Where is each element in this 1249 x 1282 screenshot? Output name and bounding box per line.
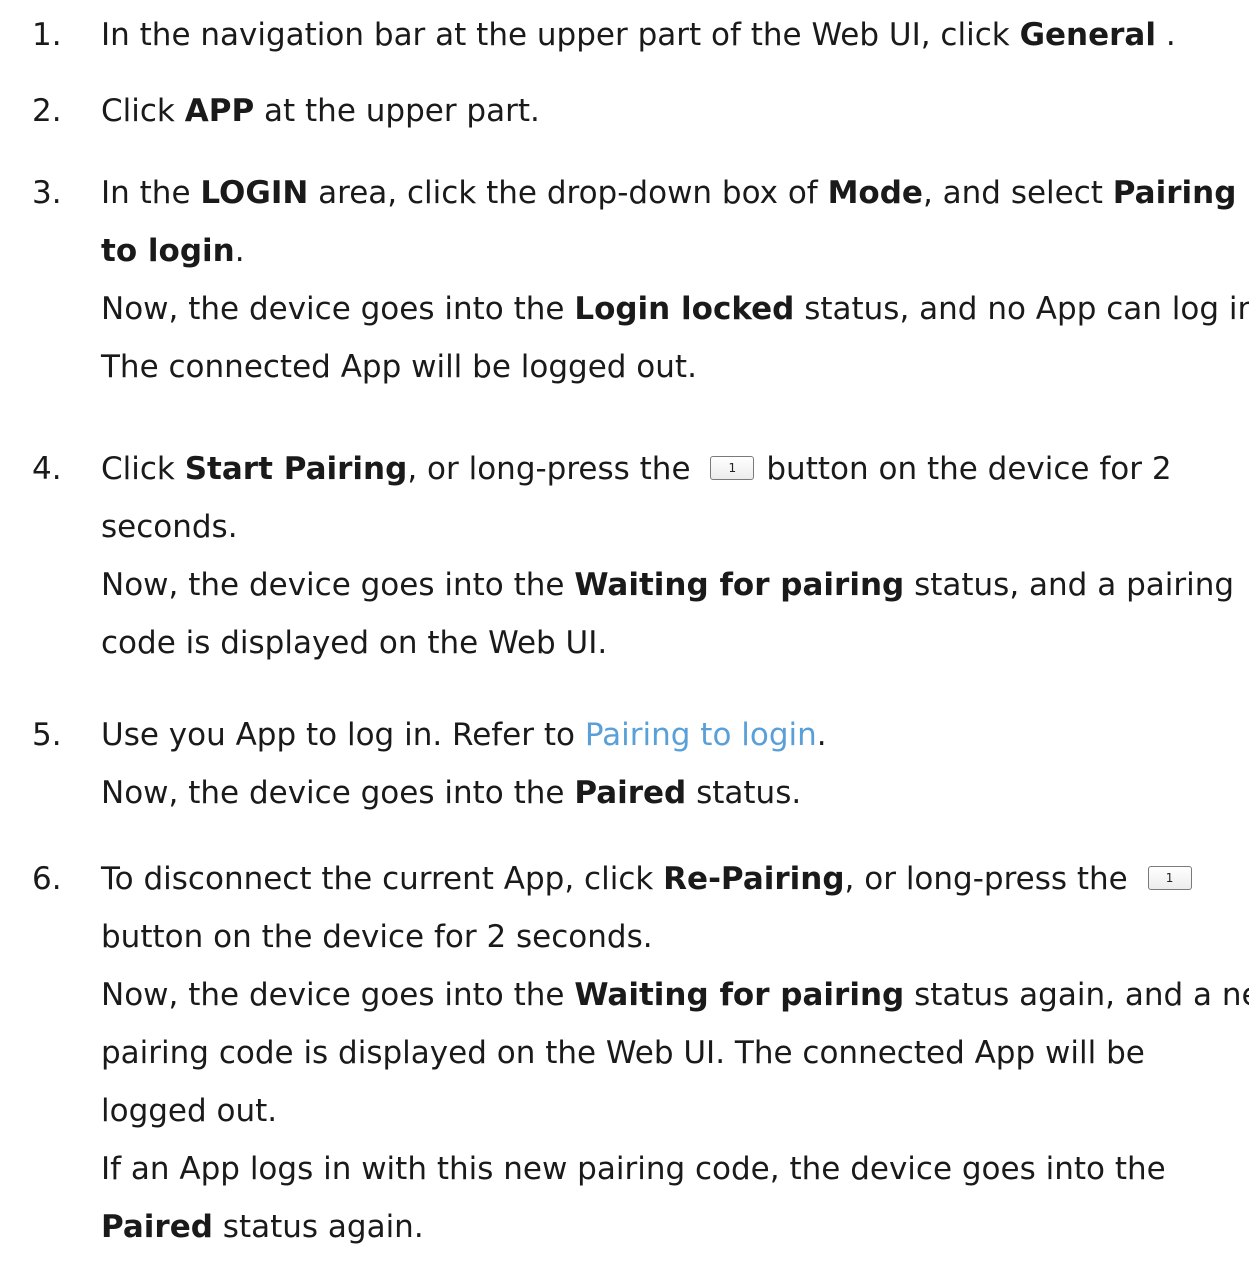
text-run: status again.	[212, 1209, 424, 1245]
step-number: 3.	[32, 175, 62, 211]
step-text-line: Now, the device goes into the Waiting fo…	[101, 556, 1241, 614]
text-run: Now, the device goes into the	[101, 567, 575, 603]
text-run: Now, the device goes into the	[101, 291, 575, 327]
text-run: , or long-press the	[407, 451, 701, 487]
text-run: Use you App to log in. Refer to	[101, 717, 585, 753]
step-number: 5.	[32, 717, 62, 753]
step-text-line: The connected App will be logged out.	[101, 338, 1241, 396]
step-text-line: pairing code is displayed on the Web UI.…	[101, 1024, 1241, 1082]
ui-term-waiting-for-pairing: Waiting for pairing	[574, 567, 905, 603]
ui-term-login-locked: Login locked	[574, 291, 795, 327]
text-run: status, and a pairing	[904, 567, 1235, 603]
ui-term-waiting-for-pairing: Waiting for pairing	[574, 977, 905, 1013]
ui-term-paired: Paired	[101, 1209, 213, 1245]
step-body: To disconnect the current App, click Re-…	[101, 850, 1249, 1256]
ui-term-mode: Mode	[827, 175, 923, 211]
text-run: code is displayed on the Web UI.	[101, 625, 608, 661]
step-text-line: button on the device for 2 seconds.	[101, 908, 1241, 966]
step-body: Use you App to log in. Refer to Pairing …	[101, 706, 1241, 822]
step-text-line: Now, the device goes into the Login lock…	[101, 280, 1249, 338]
text-run: In the	[101, 175, 201, 211]
ui-term-to-login: to login	[101, 233, 235, 269]
step-text-line: In the navigation bar at the upper part …	[101, 6, 1241, 64]
step-text-line: Paired status again.	[101, 1198, 1241, 1256]
step-text-line: Now, the device goes into the Paired sta…	[101, 764, 1241, 822]
text-run: button on the device for 2	[766, 451, 1172, 487]
ui-term-re-pairing: Re-Pairing	[663, 861, 845, 897]
text-run: .	[1155, 17, 1176, 53]
step-text-line: If an App logs in with this new pairing …	[101, 1140, 1241, 1198]
text-run: status.	[686, 775, 802, 811]
step-text-line: Click APP at the upper part.	[101, 82, 1241, 140]
ui-term-app: APP	[184, 93, 255, 129]
ui-term-start-pairing: Start Pairing	[184, 451, 408, 487]
text-run: The connected App will be logged out.	[101, 349, 697, 385]
ui-term-general: General	[1019, 17, 1156, 53]
step-text-line: logged out.	[101, 1082, 1241, 1140]
step-text-line: to login.	[101, 222, 1241, 280]
step-number: 6.	[32, 861, 62, 897]
ui-term-pairing: Pairing	[1112, 175, 1237, 211]
text-run: area, click the drop-down box of	[308, 175, 828, 211]
step-body: In the navigation bar at the upper part …	[101, 6, 1241, 64]
step-body: Click APP at the upper part.	[101, 82, 1241, 140]
text-run: , and select	[922, 175, 1113, 211]
text-run: logged out.	[101, 1093, 278, 1129]
step-number: 2.	[32, 93, 62, 129]
text-run: To disconnect the current App, click	[101, 861, 664, 897]
text-run: at the upper part.	[254, 93, 540, 129]
text-run: Click	[101, 93, 185, 129]
step-text-line: Click Start Pairing, or long-press the 1…	[101, 440, 1241, 498]
step-text-line: In the LOGIN area, click the drop-down b…	[101, 164, 1241, 222]
text-run: status again, and a new	[904, 977, 1249, 1013]
step-text-line: seconds.	[101, 498, 1241, 556]
step-text-line: Now, the device goes into the Waiting fo…	[101, 966, 1249, 1024]
step-number: 4.	[32, 451, 62, 487]
step-body: Click Start Pairing, or long-press the 1…	[101, 440, 1241, 672]
text-run: pairing code is displayed on the Web UI.…	[101, 1035, 1145, 1071]
step-text-line: code is displayed on the Web UI.	[101, 614, 1241, 672]
text-run: Click	[101, 451, 185, 487]
device-key-1-icon: 1	[710, 455, 755, 480]
text-run: Now, the device goes into the	[101, 775, 575, 811]
text-run: If an App logs in with this new pairing …	[101, 1151, 1166, 1187]
step-number: 1.	[32, 17, 62, 53]
ui-term-login: LOGIN	[200, 175, 309, 211]
text-run: , or long-press the	[844, 861, 1138, 897]
step-text-line: To disconnect the current App, click Re-…	[101, 850, 1241, 908]
pairing-to-login-link[interactable]: Pairing to login	[585, 717, 817, 753]
text-run: Now, the device goes into the	[101, 977, 575, 1013]
device-key-1-icon: 1	[1147, 865, 1192, 890]
step-text-line: Use you App to log in. Refer to Pairing …	[101, 706, 1241, 764]
text-run: .	[234, 233, 245, 269]
step-body: In the LOGIN area, click the drop-down b…	[101, 164, 1249, 396]
ui-term-paired: Paired	[574, 775, 687, 811]
text-run: seconds.	[101, 509, 238, 545]
text-run: In the navigation bar at the upper part …	[101, 17, 1020, 53]
text-run: button on the device for 2 seconds.	[101, 919, 653, 955]
text-run: .	[816, 717, 827, 753]
text-run: status, and no App can log in.	[794, 291, 1249, 327]
